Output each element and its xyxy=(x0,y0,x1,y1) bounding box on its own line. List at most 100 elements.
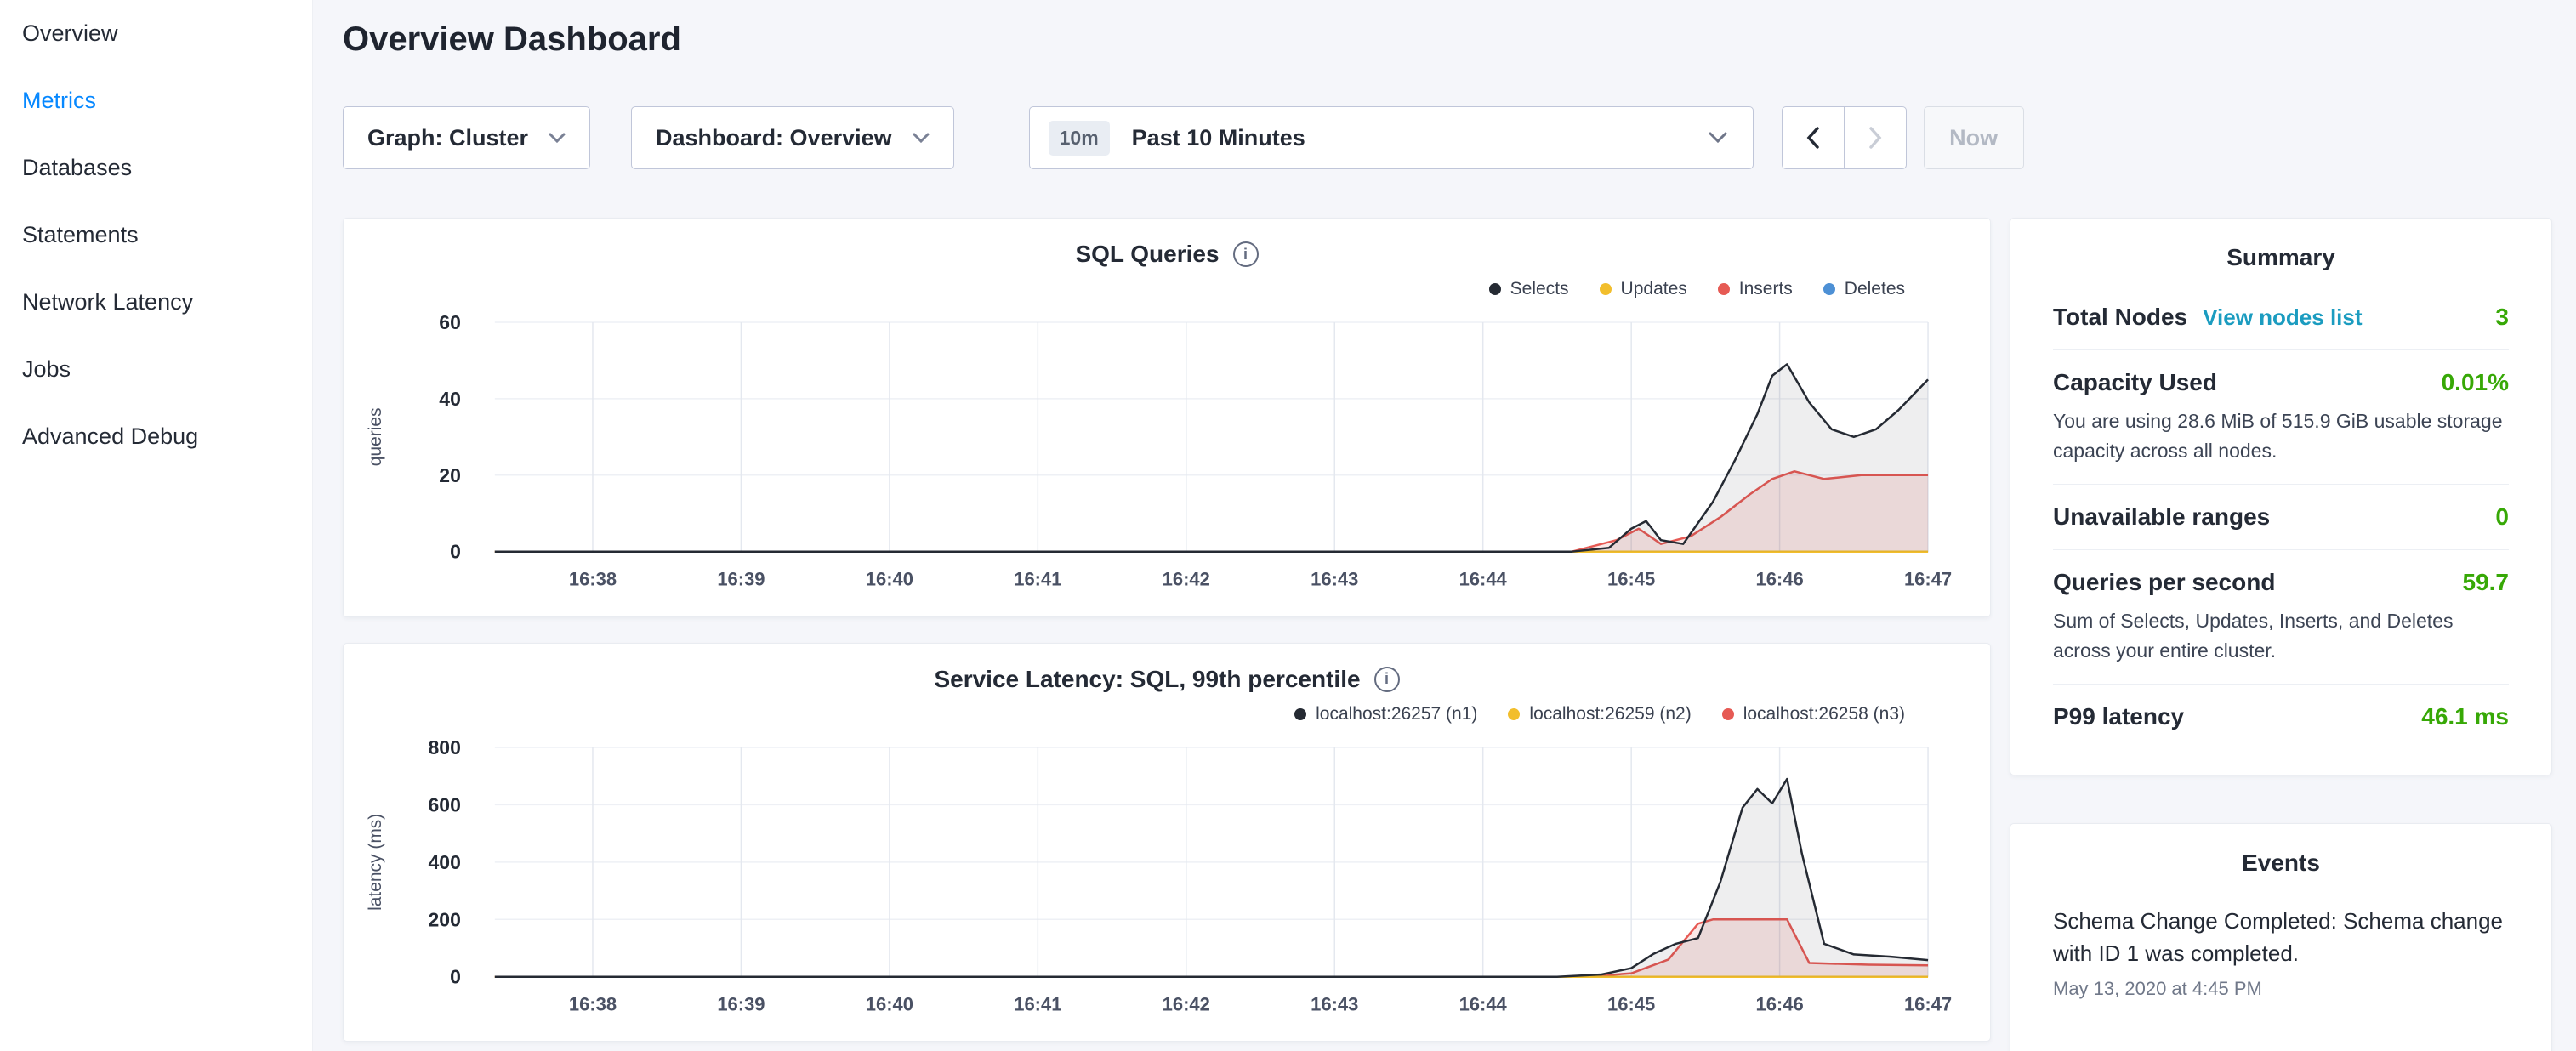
graph-dropdown[interactable]: Graph: Cluster xyxy=(343,106,590,169)
legend-dot-icon xyxy=(1718,283,1730,295)
event-item-text[interactable]: Schema Change Completed: Schema change w… xyxy=(2053,906,2509,969)
svg-text:16:44: 16:44 xyxy=(1459,569,1508,590)
chevron-down-icon xyxy=(1709,132,1727,144)
svg-text:400: 400 xyxy=(429,850,461,872)
svg-text:20: 20 xyxy=(439,464,461,486)
legend-dot-icon xyxy=(1722,708,1734,720)
now-button[interactable]: Now xyxy=(1924,106,2024,169)
capacity-label: Capacity Used xyxy=(2053,369,2217,396)
summary-title: Summary xyxy=(2053,244,2509,271)
right-column: Summary Total Nodes View nodes list 3 C xyxy=(2010,218,2552,1051)
dashboard-dropdown[interactable]: Dashboard: Overview xyxy=(631,106,954,169)
svg-text:16:41: 16:41 xyxy=(1014,569,1061,590)
sidebar: Overview Metrics Databases Statements Ne… xyxy=(0,0,313,1051)
legend-item[interactable]: Updates xyxy=(1600,279,1687,299)
svg-text:800: 800 xyxy=(429,736,461,758)
chevron-right-icon xyxy=(1868,127,1882,149)
svg-text:40: 40 xyxy=(439,388,461,410)
chart-header: Service Latency: SQL, 99th percentile i xyxy=(344,666,1990,693)
legend-dot-icon xyxy=(1508,708,1520,720)
time-range-label: Past 10 Minutes xyxy=(1132,125,1709,151)
sidebar-item-metrics[interactable]: Metrics xyxy=(0,67,312,134)
summary-row-total-nodes: Total Nodes View nodes list 3 xyxy=(2053,285,2509,349)
legend-item[interactable]: Deletes xyxy=(1823,279,1905,299)
svg-text:200: 200 xyxy=(429,908,461,930)
summary-row-p99: P99 latency 46.1 ms xyxy=(2053,684,2509,749)
svg-text:16:41: 16:41 xyxy=(1014,993,1061,1014)
chart-title: Service Latency: SQL, 99th percentile xyxy=(934,666,1360,693)
legend-label: localhost:26259 (n2) xyxy=(1529,704,1691,724)
time-range-selector[interactable]: 10m Past 10 Minutes xyxy=(1029,106,1754,169)
capacity-value: 0.01% xyxy=(2442,369,2509,396)
p99-latency-value: 46.1 ms xyxy=(2421,703,2509,730)
summary-panel: Summary Total Nodes View nodes list 3 C xyxy=(2010,218,2552,775)
svg-text:16:47: 16:47 xyxy=(1904,993,1952,1014)
svg-text:16:38: 16:38 xyxy=(569,993,617,1014)
summary-row-unavailable-ranges: Unavailable ranges 0 xyxy=(2053,484,2509,549)
view-nodes-list-link[interactable]: View nodes list xyxy=(2203,304,2362,331)
time-forward-button[interactable] xyxy=(1844,106,1907,169)
sidebar-item-advanced-debug[interactable]: Advanced Debug xyxy=(0,403,312,470)
sidebar-item-statements[interactable]: Statements xyxy=(0,202,312,269)
info-icon[interactable]: i xyxy=(1374,667,1400,692)
events-panel: Events Schema Change Completed: Schema c… xyxy=(2010,823,2552,1051)
chart-plot[interactable]: 020406016:3816:3916:4016:4116:4216:4316:… xyxy=(344,304,1990,606)
svg-text:16:43: 16:43 xyxy=(1311,993,1358,1014)
main-content: Overview Dashboard Graph: Cluster Dashbo… xyxy=(313,0,2576,1051)
unavailable-ranges-label: Unavailable ranges xyxy=(2053,503,2270,531)
svg-text:16:46: 16:46 xyxy=(1756,993,1804,1014)
sidebar-item-jobs[interactable]: Jobs xyxy=(0,336,312,403)
svg-text:16:45: 16:45 xyxy=(1607,993,1655,1014)
charts-column: SQL Queries i SelectsUpdatesInsertsDelet… xyxy=(343,218,1991,1042)
sidebar-item-databases[interactable]: Databases xyxy=(0,134,312,202)
svg-text:16:40: 16:40 xyxy=(866,569,913,590)
legend-dot-icon xyxy=(1600,283,1612,295)
legend-item[interactable]: Selects xyxy=(1489,279,1569,299)
qps-label: Queries per second xyxy=(2053,569,2275,596)
svg-text:16:46: 16:46 xyxy=(1756,569,1804,590)
events-title: Events xyxy=(2053,849,2509,877)
sql-queries-chart-card: SQL Queries i SelectsUpdatesInsertsDelet… xyxy=(343,218,1991,617)
svg-text:0: 0 xyxy=(450,965,461,987)
legend-label: localhost:26257 (n1) xyxy=(1316,704,1477,724)
svg-text:16:44: 16:44 xyxy=(1459,993,1508,1014)
legend-item[interactable]: localhost:26257 (n1) xyxy=(1294,704,1477,724)
svg-text:60: 60 xyxy=(439,311,461,333)
unavailable-ranges-value: 0 xyxy=(2495,503,2509,531)
page-title: Overview Dashboard xyxy=(343,20,2552,59)
svg-text:16:42: 16:42 xyxy=(1163,569,1210,590)
summary-row-qps: Queries per second 59.7 Sum of Selects, … xyxy=(2053,549,2509,684)
chevron-left-icon xyxy=(1806,127,1820,149)
svg-text:queries: queries xyxy=(366,407,385,466)
legend-item[interactable]: localhost:26259 (n2) xyxy=(1508,704,1691,724)
legend-dot-icon xyxy=(1294,708,1306,720)
qps-description: Sum of Selects, Updates, Inserts, and De… xyxy=(2053,606,2509,665)
svg-text:16:43: 16:43 xyxy=(1311,569,1358,590)
legend-dot-icon xyxy=(1823,283,1835,295)
content-row: SQL Queries i SelectsUpdatesInsertsDelet… xyxy=(343,218,2552,1051)
total-nodes-value: 3 xyxy=(2495,304,2509,331)
legend-label: Updates xyxy=(1621,279,1687,299)
info-icon[interactable]: i xyxy=(1233,241,1259,267)
legend-item[interactable]: Inserts xyxy=(1718,279,1793,299)
legend-label: Selects xyxy=(1510,279,1569,299)
legend-dot-icon xyxy=(1489,283,1501,295)
summary-rows: Total Nodes View nodes list 3 Capacity U… xyxy=(2053,285,2509,749)
app-root: Overview Metrics Databases Statements Ne… xyxy=(0,0,2576,1051)
svg-text:16:39: 16:39 xyxy=(717,993,765,1014)
svg-text:16:42: 16:42 xyxy=(1163,993,1210,1014)
svg-text:16:47: 16:47 xyxy=(1904,569,1952,590)
svg-text:16:39: 16:39 xyxy=(717,569,765,590)
legend-item[interactable]: localhost:26258 (n3) xyxy=(1722,704,1905,724)
chevron-down-icon xyxy=(913,133,930,144)
time-back-button[interactable] xyxy=(1782,106,1845,169)
qps-value: 59.7 xyxy=(2463,569,2510,596)
total-nodes-label: Total Nodes xyxy=(2053,304,2187,331)
svg-text:latency (ms): latency (ms) xyxy=(366,813,385,910)
chart-plot[interactable]: 020040060080016:3816:3916:4016:4116:4216… xyxy=(344,729,1990,1031)
toolbar: Graph: Cluster Dashboard: Overview 10m P… xyxy=(343,106,2552,169)
legend-label: Deletes xyxy=(1845,279,1905,299)
sidebar-item-network-latency[interactable]: Network Latency xyxy=(0,269,312,336)
sidebar-item-overview[interactable]: Overview xyxy=(0,0,312,67)
chart-legend: Selects Updates Inserts Deletes xyxy=(344,278,1990,300)
